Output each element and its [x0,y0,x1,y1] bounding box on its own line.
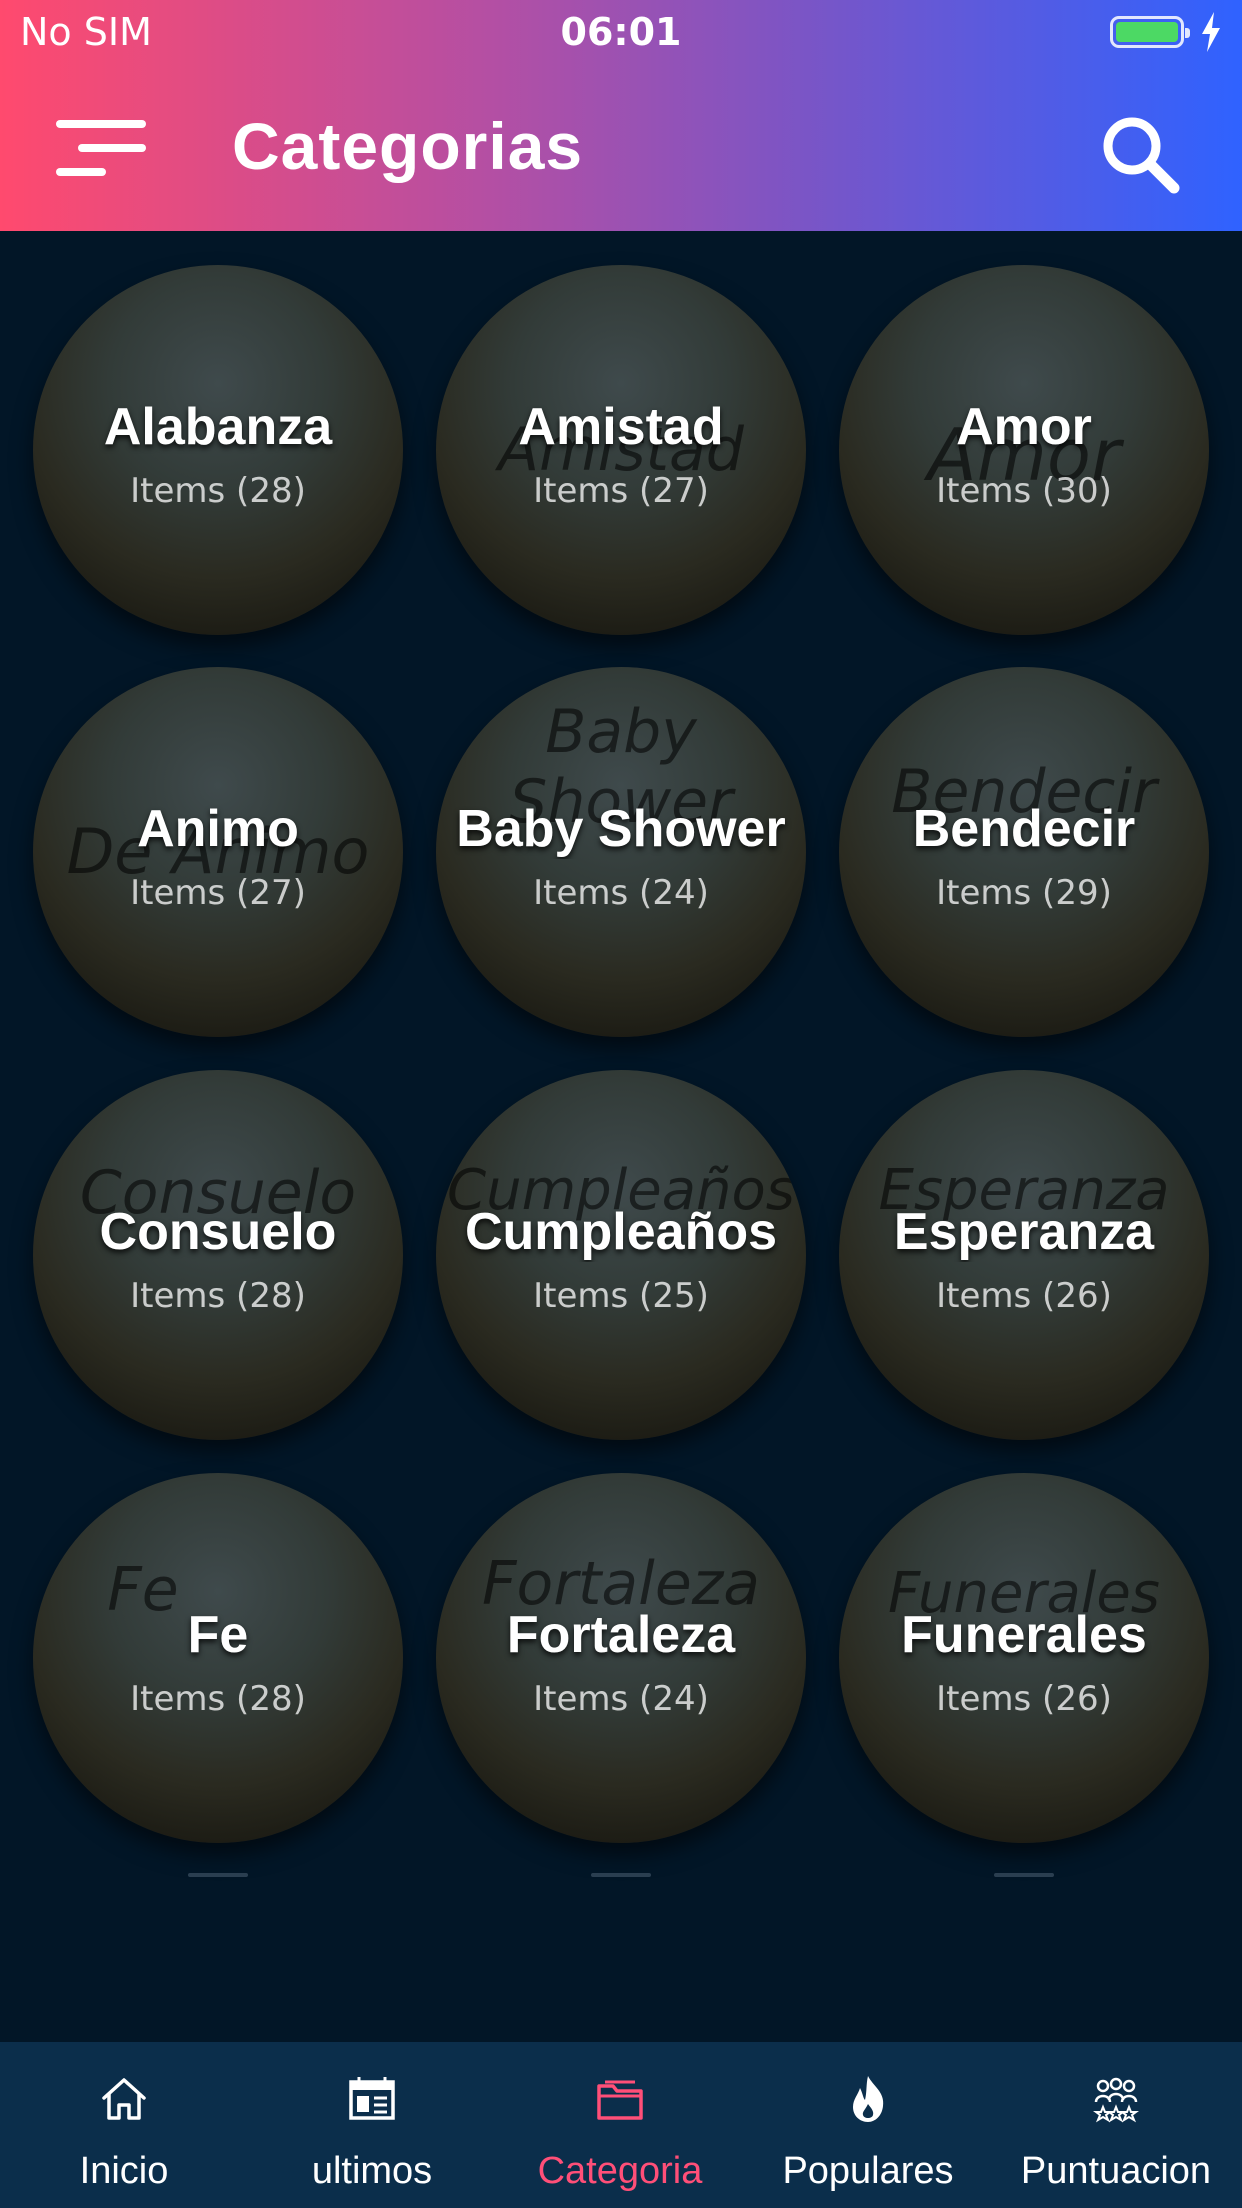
calendar-icon [349,2077,395,2120]
category-name: Esperanza [893,1203,1155,1261]
hamburger-menu-icon[interactable] [56,114,150,184]
category-name: Consuelo [99,1203,337,1261]
category-tile-funerales[interactable]: Funerales Funerales Items (26) [839,1473,1209,1843]
category-tile-fe[interactable]: Fe Fe Items (28) [33,1473,403,1843]
category-count: Items (26) [936,1679,1112,1719]
folder-icon [597,2080,643,2120]
nav-item-ultimos[interactable]: ultimos [248,2042,496,2208]
category-count: Items (27) [130,873,306,913]
app-header: No SIM 06:01 Categorias [0,0,1242,231]
category-tile-bendecir[interactable]: Bendecir Bendecir Items (29) [839,667,1209,1037]
category-count: Items (24) [533,1679,709,1719]
category-tile-cumpleanos[interactable]: Cumpleaños Cumpleaños Items (25) [436,1070,806,1440]
status-time: 06:01 [560,10,682,54]
category-count: Items (28) [130,471,306,511]
category-count: Items (27) [533,471,709,511]
battery-icon [1110,16,1190,48]
category-name: Amor [956,398,1092,456]
category-name: Funerales [901,1606,1147,1664]
category-tile-baby-shower[interactable]: Baby Shower Baby Shower Items (24) [436,667,806,1037]
category-name: Cumpleaños [464,1203,778,1261]
next-row-edge [994,1873,1054,1877]
category-tile-fortaleza[interactable]: Fortaleza Fortaleza Items (24) [436,1473,806,1843]
category-count: Items (24) [533,873,709,913]
category-count: Items (28) [130,1679,306,1719]
bottom-navigation: Inicio ultimos Categoria Populares Puntu… [0,2042,1242,2208]
category-tile-amor[interactable]: Amor Amor Items (30) [839,265,1209,635]
next-row-edge [188,1873,248,1877]
category-name: Fe [187,1606,249,1664]
charging-bolt-icon [1202,12,1220,52]
nav-label: Inicio [79,2150,169,2192]
category-count: Items (30) [936,471,1112,511]
category-name: Bendecir [912,800,1136,858]
search-icon[interactable] [1098,112,1182,196]
category-tile-consuelo[interactable]: Consuelo Consuelo Items (28) [33,1070,403,1440]
nav-label: Categoria [537,2150,703,2192]
category-name: Alabanza [103,398,333,456]
category-count: Items (26) [936,1276,1112,1316]
next-row-edge [591,1873,651,1877]
users-star-icon [1093,2077,1139,2123]
category-tile-animo[interactable]: De Animo Animo Items (27) [33,667,403,1037]
nav-item-categoria[interactable]: Categoria [496,2042,744,2208]
nav-item-inicio[interactable]: Inicio [0,2042,248,2208]
category-count: Items (29) [936,873,1112,913]
category-name: Amistad [518,398,724,456]
category-name: Fortaleza [506,1606,736,1664]
category-count: Items (25) [533,1276,709,1316]
nav-label: Puntuacion [1020,2150,1212,2192]
page-title: Categorias [232,109,584,183]
category-count: Items (28) [130,1276,306,1316]
category-tile-alabanza[interactable]: Alabanza Items (28) [33,265,403,635]
nav-label: Populares [782,2150,954,2192]
nav-item-populares[interactable]: Populares [744,2042,992,2208]
nav-label: ultimos [311,2150,433,2192]
category-name: Animo [137,800,299,858]
nav-item-puntuacion[interactable]: Puntuacion [992,2042,1240,2208]
home-icon [102,2078,146,2120]
category-tile-esperanza[interactable]: Esperanza Esperanza Items (26) [839,1070,1209,1440]
category-tile-amistad[interactable]: Amistad Amistad Items (27) [436,265,806,635]
fire-icon [853,2076,884,2122]
status-bar: No SIM 06:01 [0,0,1242,64]
category-name: Baby Shower [456,800,786,858]
